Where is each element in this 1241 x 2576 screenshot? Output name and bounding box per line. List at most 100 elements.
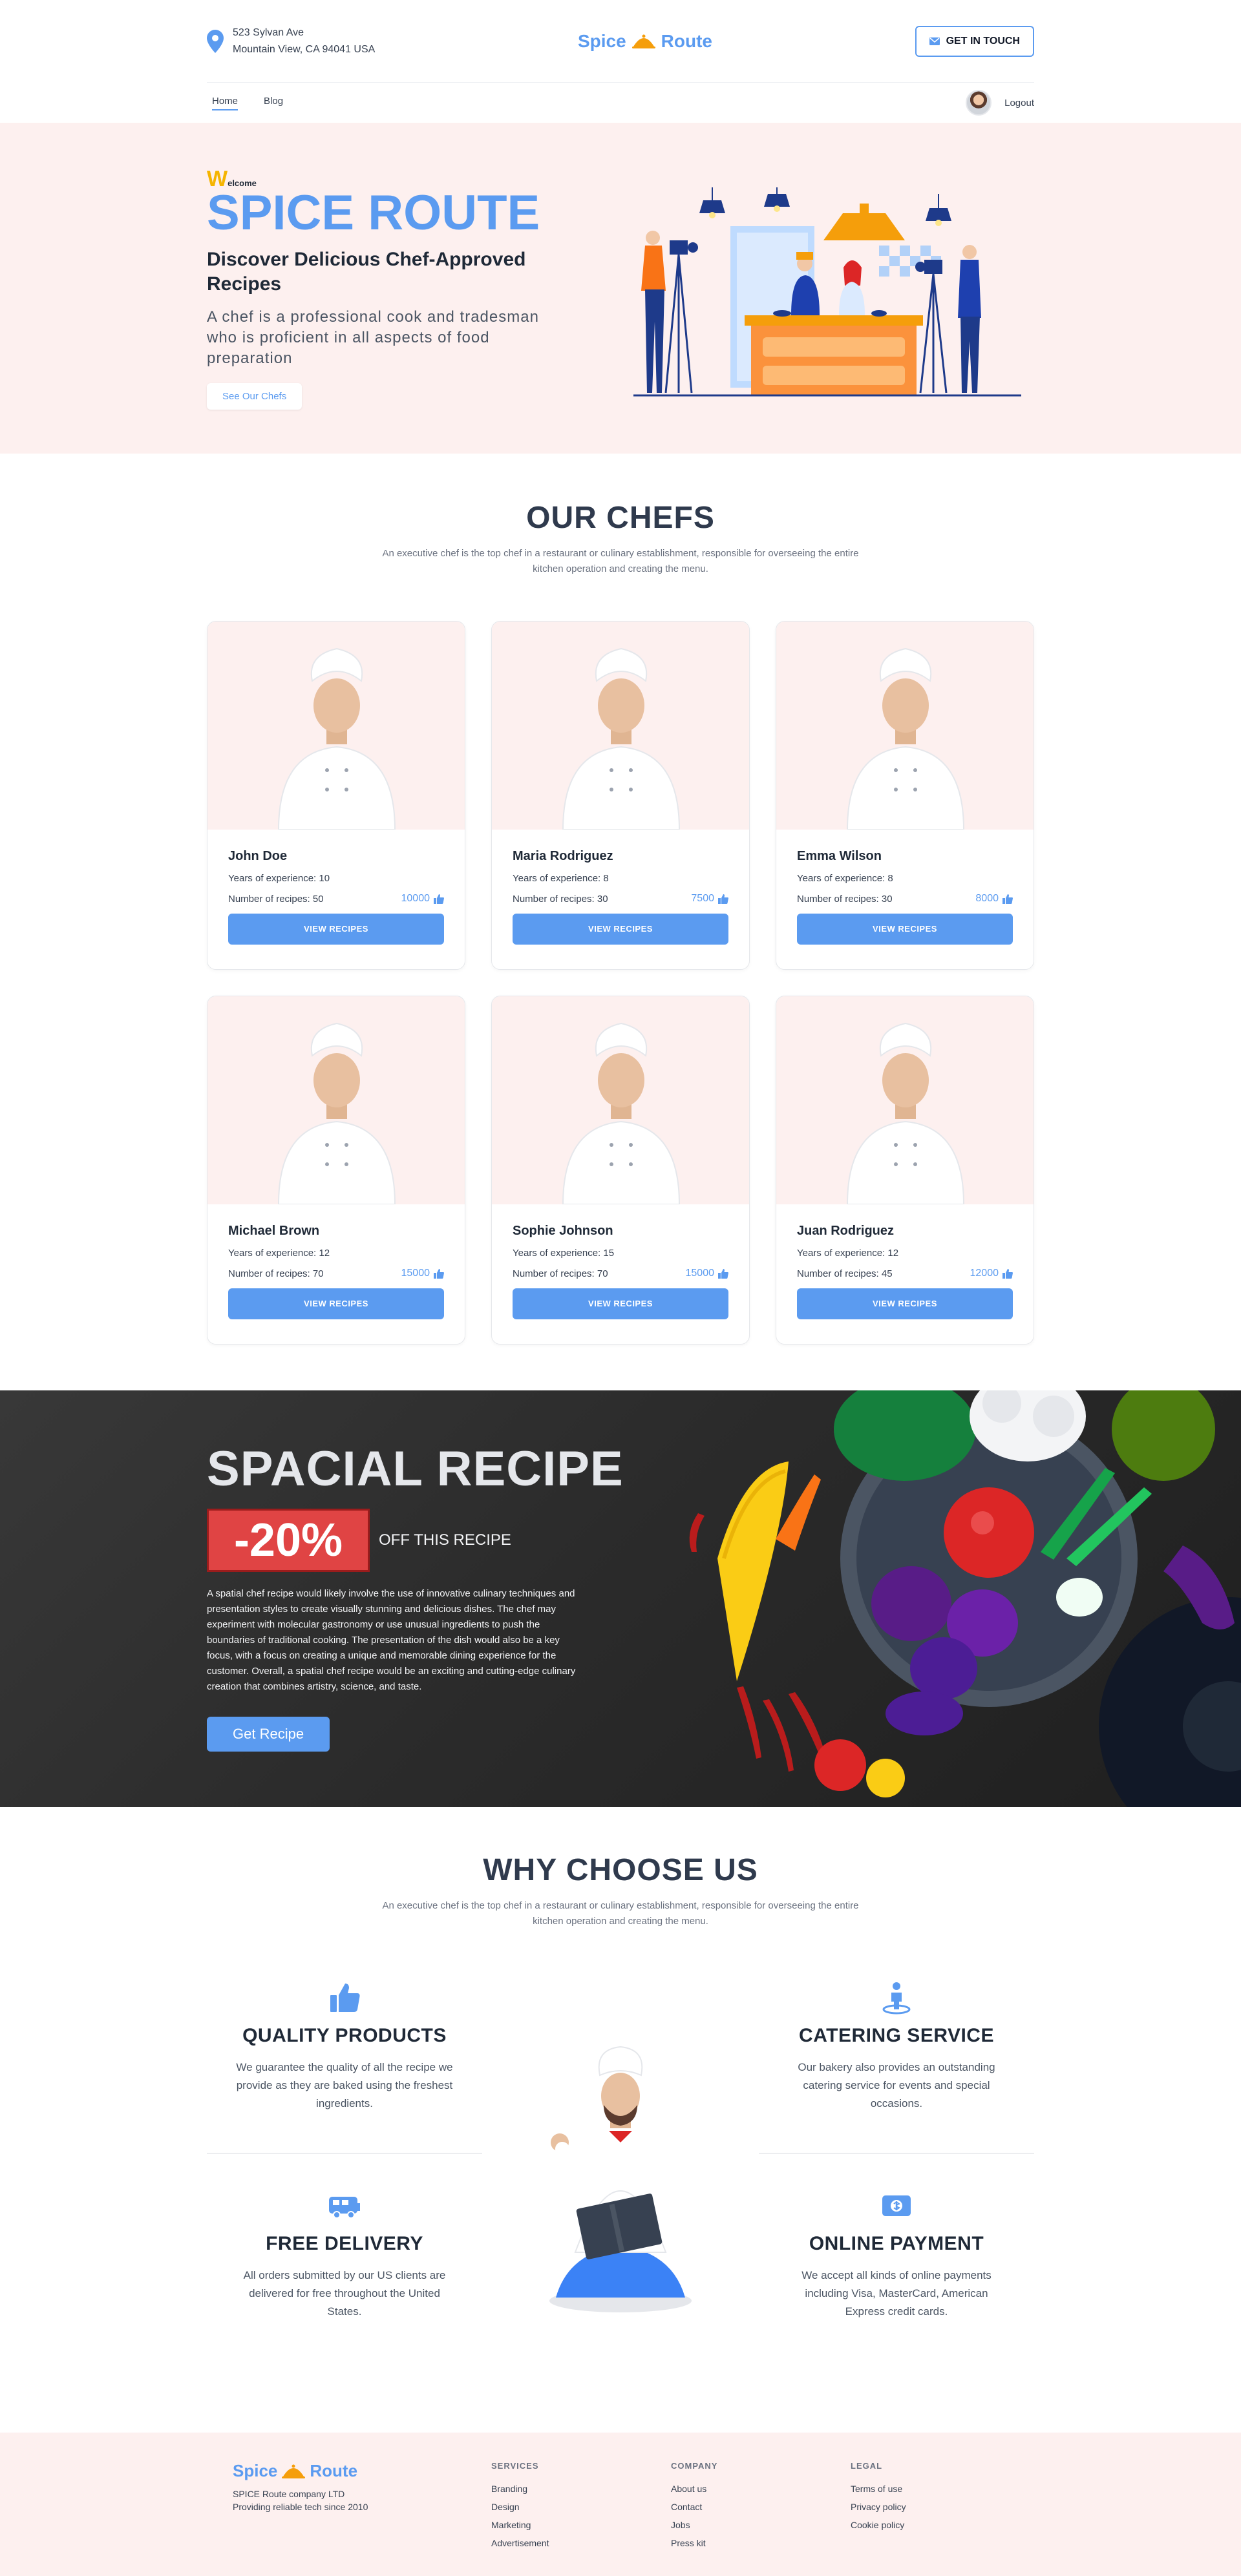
feature-free-delivery: FREE DELIVERY All orders submitted by ou… [207, 2189, 482, 2321]
hero-title: SPICE ROUTE [207, 185, 540, 240]
cloche-icon [282, 2464, 306, 2478]
chef-recipes: Number of recipes: 45 12000 [797, 1268, 1013, 1279]
chef-experience: Years of experience: 8 [797, 873, 1013, 884]
experience-value: 12 [319, 1248, 330, 1259]
chef-experience: Years of experience: 12 [228, 1248, 444, 1259]
chef-experience: Years of experience: 8 [513, 873, 728, 884]
experience-label: Years of experience: [228, 873, 317, 884]
top-bar: 523 Sylvan Ave Mountain View, CA 94041 U… [207, 0, 1034, 83]
address-line-1: 523 Sylvan Ave [233, 26, 304, 38]
footer-link-privacy[interactable]: Privacy policy [851, 2502, 980, 2512]
feature-title: CATERING SERVICE [799, 2025, 994, 2046]
footer-link-press-kit[interactable]: Press kit [671, 2538, 851, 2548]
location-pin-icon [207, 29, 224, 53]
site-logo[interactable]: Spice Route [578, 31, 712, 52]
chef-name: Emma Wilson [797, 849, 882, 863]
recipes-value: 45 [881, 1268, 893, 1279]
recipes-label: Number of recipes: [797, 893, 879, 905]
footer-link-jobs[interactable]: Jobs [671, 2520, 851, 2530]
chef-likes[interactable]: 7500 [691, 893, 728, 905]
nav-home[interactable]: Home [212, 96, 239, 110]
chef-reading-image [549, 2046, 692, 2312]
recipes-value: 70 [597, 1268, 608, 1279]
chef-likes[interactable]: 15000 [686, 1268, 728, 1279]
logo-word-1: Spice [577, 30, 626, 51]
mail-icon [929, 37, 940, 45]
truck-icon [329, 2197, 360, 2219]
feature-title: FREE DELIVERY [266, 2233, 423, 2254]
feature-quality-products: QUALITY PRODUCTS We guarantee the qualit… [207, 1981, 482, 2113]
experience-value: 10 [319, 873, 330, 884]
footer-link-design[interactable]: Design [491, 2502, 671, 2512]
site-footer: Spice Route SPICE Route company LTD Prov… [0, 2433, 1241, 2576]
logout-link[interactable]: Logout [1004, 98, 1034, 109]
get-recipe-button[interactable]: Get Recipe [207, 1717, 330, 1752]
footer-legal-column: LEGAL Terms of use Privacy policy Cookie… [851, 2461, 980, 2548]
see-our-chefs-button[interactable]: See Our Chefs [207, 383, 302, 410]
chef-likes[interactable]: 10000 [401, 893, 444, 905]
chef-recipes: Number of recipes: 30 8000 [797, 893, 1013, 905]
footer-logo-word-2: Route [310, 2461, 358, 2480]
view-recipes-button[interactable]: VIEW RECIPES [797, 1288, 1013, 1319]
feature-text: We guarantee the quality of all the reci… [236, 2061, 453, 2110]
footer-services-column: SERVICES Branding Design Marketing Adver… [491, 2461, 671, 2548]
thumbs-up-icon [1002, 1269, 1013, 1279]
main-nav: Home Blog Logout [207, 83, 1034, 123]
recipes-label: Number of recipes: [228, 893, 310, 905]
thumbs-up-icon [434, 894, 444, 904]
vegetables-image [689, 1390, 1241, 1807]
site-header: 523 Sylvan Ave Mountain View, CA 94041 U… [0, 0, 1241, 123]
user-avatar[interactable] [966, 90, 992, 116]
footer-logo-word-1: Spice [233, 2461, 278, 2480]
chefs-grid: John Doe Years of experience: 10 Number … [207, 621, 1034, 1345]
chef-likes[interactable]: 15000 [401, 1268, 444, 1279]
likes-count: 15000 [401, 1268, 430, 1279]
hero-section: Welcome SPICE ROUTE Discover Delicious C… [0, 123, 1241, 454]
feature-text: Our bakery also provides an outstanding … [798, 2061, 995, 2110]
view-recipes-button[interactable]: VIEW RECIPES [228, 914, 444, 945]
chef-name: Michael Brown [228, 1224, 320, 1238]
hero-description: A chef is a professional cook and trades… [207, 308, 539, 367]
address-line-2: Mountain View, CA 94041 USA [233, 43, 376, 55]
view-recipes-button[interactable]: VIEW RECIPES [513, 1288, 728, 1319]
chef-likes[interactable]: 12000 [970, 1268, 1013, 1279]
thumbs-up-icon [330, 1984, 360, 2012]
discount-badge: -20% [207, 1509, 370, 1572]
chef-card: John Doe Years of experience: 10 Number … [207, 621, 465, 970]
feature-online-payment: ONLINE PAYMENT We accept all kinds of on… [759, 2189, 1034, 2321]
footer-logo[interactable]: Spice Route [233, 2461, 491, 2481]
get-in-touch-label: GET IN TOUCH [946, 35, 1020, 47]
recipes-label: Number of recipes: [513, 893, 595, 905]
experience-label: Years of experience: [513, 1248, 601, 1259]
view-recipes-button[interactable]: VIEW RECIPES [513, 914, 728, 945]
footer-link-about[interactable]: About us [671, 2484, 851, 2494]
recipes-label: Number of recipes: [513, 1268, 595, 1279]
footer-company-name: SPICE Route company LTD [233, 2489, 345, 2499]
recipes-label: Number of recipes: [228, 1268, 310, 1279]
footer-services-heading: SERVICES [491, 2461, 539, 2471]
experience-label: Years of experience: [513, 873, 601, 884]
cloche-icon [631, 34, 655, 48]
footer-link-terms[interactable]: Terms of use [851, 2484, 980, 2494]
chef-recipes: Number of recipes: 50 10000 [228, 893, 444, 905]
chef-experience: Years of experience: 15 [513, 1248, 728, 1259]
chef-photo [776, 996, 1034, 1204]
view-recipes-button[interactable]: VIEW RECIPES [797, 914, 1013, 945]
nav-blog[interactable]: Blog [264, 96, 283, 110]
view-recipes-button[interactable]: VIEW RECIPES [228, 1288, 444, 1319]
footer-link-branding[interactable]: Branding [491, 2484, 671, 2494]
chef-experience: Years of experience: 10 [228, 873, 444, 884]
footer-link-cookie[interactable]: Cookie policy [851, 2520, 980, 2530]
get-in-touch-button[interactable]: GET IN TOUCH [915, 25, 1034, 57]
why-title: WHY CHOOSE US [483, 1853, 758, 1887]
chef-card: Maria Rodriguez Years of experience: 8 N… [491, 621, 750, 970]
why-choose-us-section: WHY CHOOSE US An executive chef is the t… [0, 1807, 1241, 2433]
special-description: A spatial chef recipe would likely invol… [207, 1588, 576, 1692]
likes-count: 12000 [970, 1268, 999, 1279]
footer-link-marketing[interactable]: Marketing [491, 2520, 671, 2530]
recipes-value: 70 [312, 1268, 324, 1279]
address-block: 523 Sylvan Ave Mountain View, CA 94041 U… [207, 25, 375, 58]
chef-likes[interactable]: 8000 [975, 893, 1013, 905]
footer-link-advertisement[interactable]: Advertisement [491, 2538, 671, 2548]
footer-link-contact[interactable]: Contact [671, 2502, 851, 2512]
